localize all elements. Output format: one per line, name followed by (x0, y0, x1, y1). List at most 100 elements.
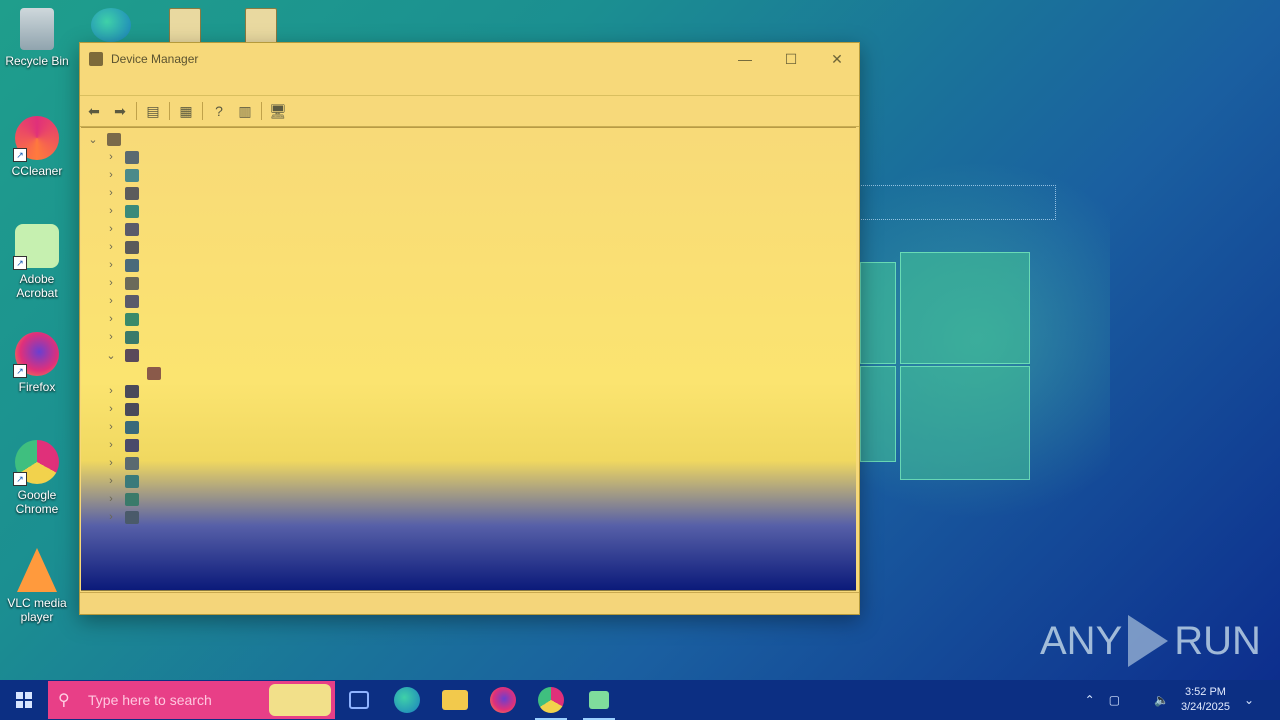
properties-icon[interactable]: ▤ (143, 101, 163, 121)
title-bar[interactable]: Device Manager — ☐ ✕ (80, 43, 859, 75)
taskbar-file-explorer[interactable] (431, 680, 479, 720)
tree-node[interactable]: › (105, 220, 139, 238)
tree-node[interactable]: › (105, 166, 139, 184)
watermark-text-left: ANY (1040, 618, 1123, 663)
tree-node[interactable]: › (105, 454, 139, 472)
chevron-right-icon[interactable]: › (105, 205, 117, 217)
maximize-button[interactable]: ☐ (768, 43, 814, 75)
desktop-icon-label: Adobe Acrobat (16, 272, 58, 300)
tree-node[interactable]: › (105, 274, 139, 292)
taskbar-chrome[interactable] (527, 680, 575, 720)
minimize-button[interactable]: — (722, 43, 768, 75)
tree-node[interactable]: › (105, 472, 139, 490)
device-manager-window[interactable]: Device Manager — ☐ ✕ ⬅ ➡ ▤ ▦ ? ▥ 🖥 ⌄ › › › ›… (79, 42, 860, 615)
chevron-right-icon[interactable]: › (105, 493, 117, 505)
taskbar-edge[interactable] (383, 680, 431, 720)
tree-node[interactable]: › (105, 328, 139, 346)
chevron-up-icon[interactable]: ⌃ (1085, 693, 1095, 707)
desktop-icon-firefox[interactable]: ↗ Firefox (1, 332, 73, 394)
menu-bar[interactable] (80, 75, 859, 96)
search-input[interactable] (86, 691, 260, 709)
usb-controller-icon (125, 510, 139, 524)
device-tree[interactable]: ⌄ › › › › › › › › › › › ⌄ › › › › › › › › (81, 127, 856, 591)
desktop-icon-vlc[interactable]: VLC media player (1, 548, 73, 624)
network-icon[interactable]: ▢ (1109, 693, 1120, 707)
task-view-button[interactable] (335, 680, 383, 720)
tree-node[interactable]: › (105, 400, 139, 418)
chevron-right-icon[interactable]: › (105, 385, 117, 397)
tree-node[interactable]: › (105, 148, 139, 166)
chevron-right-icon[interactable]: › (105, 421, 117, 433)
forward-icon[interactable]: ➡ (110, 101, 130, 121)
toolbar-separator (261, 102, 262, 120)
desktop-icon-recycle-bin[interactable]: Recycle Bin (1, 8, 73, 68)
tree-node[interactable]: › (105, 292, 139, 310)
chevron-right-icon[interactable]: › (105, 295, 117, 307)
tree-node[interactable]: › (105, 202, 139, 220)
tree-node[interactable]: › (105, 184, 139, 202)
anyrun-watermark: ANY RUN (1040, 612, 1261, 670)
taskbar-firefox[interactable] (479, 680, 527, 720)
chevron-right-icon[interactable]: › (105, 403, 117, 415)
chevron-right-icon[interactable]: › (105, 187, 117, 199)
chevron-right-icon[interactable]: › (105, 151, 117, 163)
chevron-right-icon[interactable]: › (105, 511, 117, 523)
volume-icon[interactable]: 🔈 (1154, 693, 1169, 707)
computer-root-icon (107, 132, 121, 146)
scan-hardware-icon[interactable]: 🖥 (268, 101, 288, 121)
chevron-right-icon[interactable]: › (105, 331, 117, 343)
chevron-right-icon[interactable]: › (105, 241, 117, 253)
chevron-down-icon[interactable]: ⌄ (87, 133, 99, 146)
desktop-icon-google-chrome[interactable]: ↗ Google Chrome (1, 440, 73, 516)
tree-node[interactable]: › (105, 418, 139, 436)
console-tree-icon[interactable]: ▥ (235, 101, 255, 121)
desktop-icon-edge[interactable] (86, 8, 136, 46)
dvd-drive-icon (125, 222, 139, 236)
chevron-right-icon[interactable]: › (105, 313, 117, 325)
firefox-icon: ↗ (13, 332, 59, 378)
help-icon[interactable]: ? (209, 101, 229, 121)
chevron-down-icon[interactable]: ⌄ (105, 349, 117, 362)
chevron-right-icon[interactable]: › (105, 223, 117, 235)
chevron-right-icon[interactable]: › (105, 277, 117, 289)
view-icon[interactable]: ▦ (176, 101, 196, 121)
back-icon[interactable]: ⬅ (84, 101, 104, 121)
tree-node[interactable]: › (105, 490, 139, 508)
tree-node[interactable] (127, 364, 161, 382)
chevron-right-icon[interactable]: › (105, 439, 117, 451)
clock[interactable]: 3:52 PM 3/24/2025 (1181, 685, 1230, 715)
desktop-selection-rectangle (858, 185, 1056, 220)
tree-node[interactable]: › (105, 436, 139, 454)
device-manager-app-icon (89, 52, 103, 66)
chevron-right-icon[interactable]: › (105, 475, 117, 487)
taskbar-device-manager[interactable] (575, 680, 623, 720)
desktop-icon-label: Recycle Bin (5, 54, 69, 68)
desktop-icon-label: Google Chrome (15, 488, 59, 516)
toolbar-separator (136, 102, 137, 120)
monitor-icon (125, 312, 139, 326)
hid-icon (125, 240, 139, 254)
desktop-icon-ccleaner[interactable]: ↗ CCleaner (1, 116, 73, 178)
chevron-right-icon[interactable]: › (105, 259, 117, 271)
close-button[interactable]: ✕ (814, 43, 860, 75)
other-devices-icon (125, 348, 139, 362)
chevron-right-icon[interactable]: › (105, 457, 117, 469)
port-icon (125, 384, 139, 398)
tree-node[interactable]: › (105, 508, 139, 526)
tree-node[interactable]: › (105, 310, 139, 328)
tree-node[interactable]: › (105, 382, 139, 400)
network-adapter-icon (125, 330, 139, 344)
tree-node[interactable]: › (105, 238, 139, 256)
tree-node[interactable]: ⌄ (87, 130, 121, 148)
notification-icon[interactable]: ⌄ (1244, 693, 1254, 707)
tree-node[interactable]: ⌄ (105, 346, 139, 364)
chevron-right-icon[interactable]: › (105, 169, 117, 181)
keyboard-icon (125, 276, 139, 290)
disk-drive-icon (125, 186, 139, 200)
start-button[interactable] (0, 680, 48, 720)
tree-node[interactable]: › (105, 256, 139, 274)
toolbar-separator (169, 102, 170, 120)
taskbar-search-box[interactable]: ⚲ (48, 681, 335, 719)
search-highlight-art (269, 684, 331, 716)
desktop-icon-adobe-acrobat[interactable]: ↗ Adobe Acrobat (1, 224, 73, 300)
